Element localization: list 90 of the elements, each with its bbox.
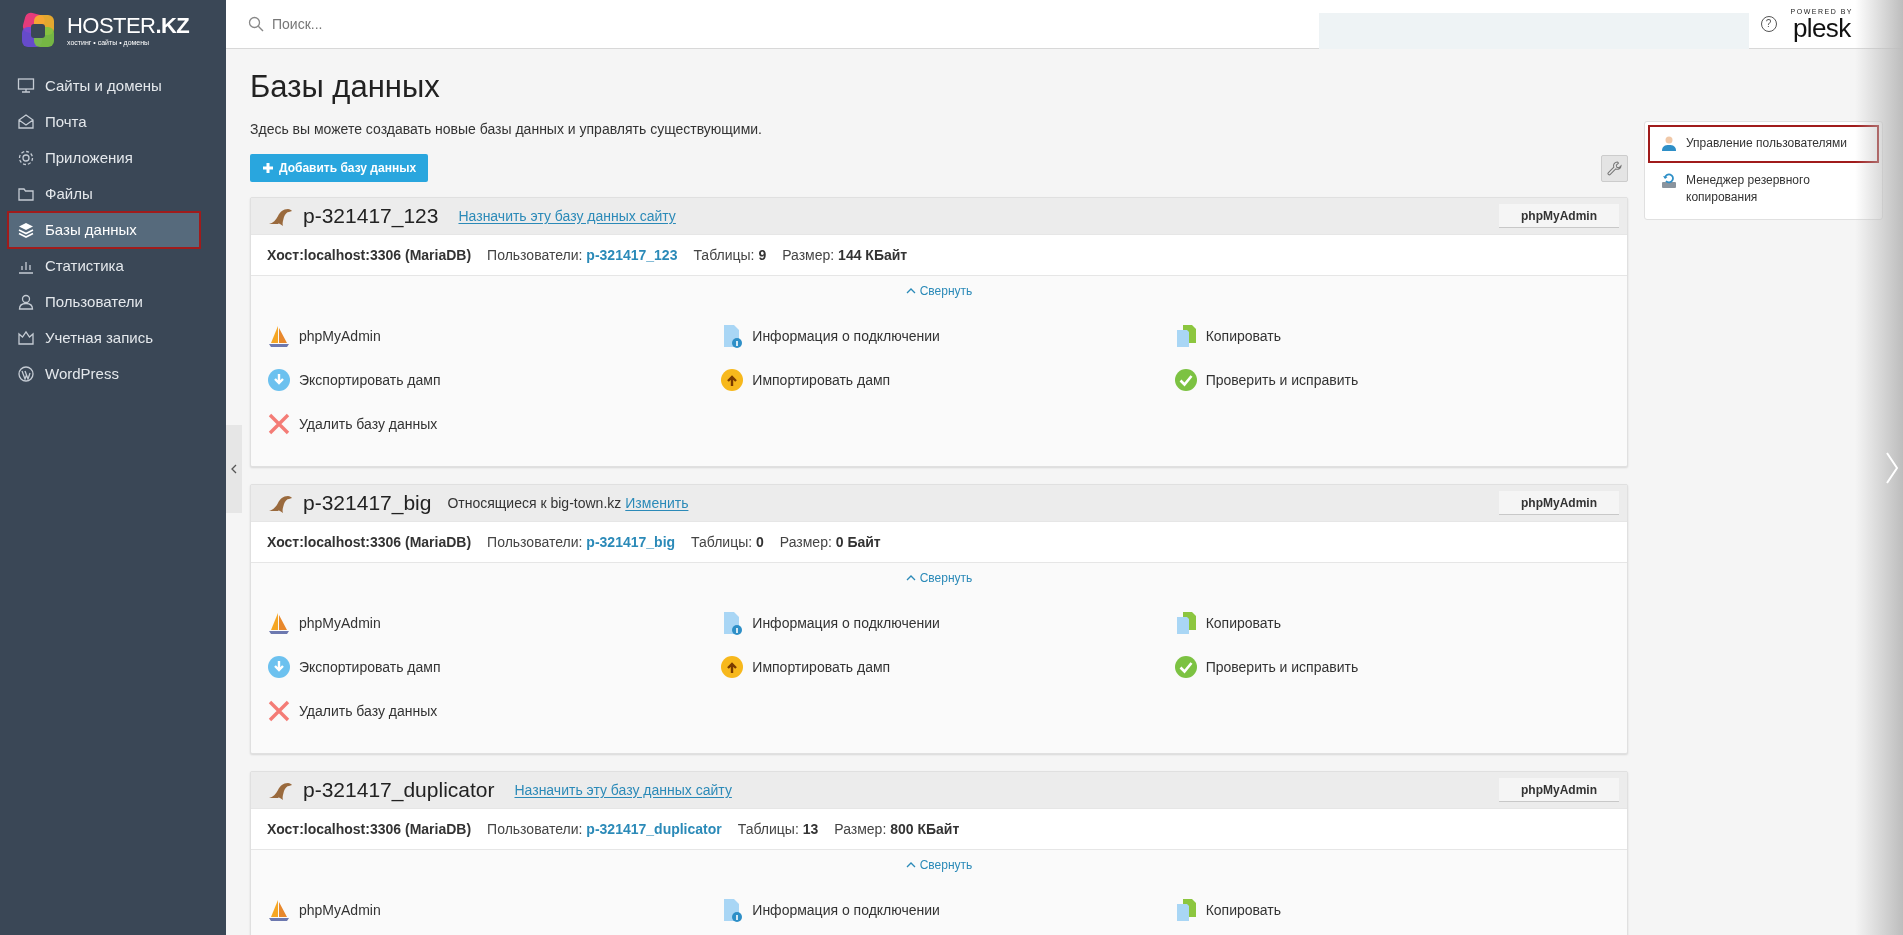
info-label: Пользователи: <box>487 532 583 552</box>
database-name: p-321417_123 <box>303 203 439 230</box>
sidebar-item[interactable]: Приложения <box>8 140 200 176</box>
sidebar-item[interactable]: Файлы <box>8 176 200 212</box>
action-link[interactable]: Удалить базу данных <box>267 402 438 446</box>
search-icon <box>248 16 264 32</box>
info-label: Пользователи: <box>487 245 583 265</box>
caret-up-icon <box>905 287 916 295</box>
info-field: Таблицы: 0 <box>691 531 764 553</box>
collapse-link[interactable]: Свернуть <box>905 282 973 300</box>
plesk-logo: plesk <box>1793 14 1851 41</box>
action-link[interactable]: Копировать <box>1173 314 1282 358</box>
user-icon <box>1660 135 1678 153</box>
action-link[interactable]: phpMyAdmin <box>267 601 381 645</box>
collapse-link[interactable]: Свернуть <box>905 856 973 874</box>
collapse-sidebar-button[interactable] <box>226 425 242 513</box>
action-link[interactable]: Копировать <box>1173 888 1282 932</box>
monitor-icon <box>17 77 35 95</box>
upload-icon <box>720 368 745 392</box>
action-link[interactable]: Импортировать дамп <box>720 645 891 689</box>
wrench-icon <box>1607 160 1622 176</box>
caret-up-icon <box>905 861 916 869</box>
download-icon <box>267 655 291 679</box>
folder-icon <box>17 185 35 203</box>
action-link[interactable]: Информация о подключении <box>720 888 940 932</box>
sidebar-item[interactable]: Статистика <box>8 248 200 284</box>
sidebar-item[interactable]: Почта <box>8 104 200 140</box>
caret-up-icon <box>905 574 916 582</box>
database-name: p-321417_big <box>303 490 432 517</box>
action-link[interactable]: Копировать <box>1173 601 1282 645</box>
layers-icon <box>17 221 35 239</box>
sailboat-icon <box>267 324 291 348</box>
action-link[interactable]: Информация о подключении <box>720 601 940 645</box>
phpmyadmin-button[interactable]: phpMyAdmin <box>1499 778 1619 802</box>
crown-icon <box>17 329 35 347</box>
action-link[interactable]: Экспортировать дамп <box>267 645 441 689</box>
download-icon <box>267 368 291 392</box>
settings-button[interactable] <box>1601 154 1628 182</box>
page-description: Здесь вы можете создавать новые базы данных и управлять существующими. <box>250 120 763 139</box>
plus-icon <box>262 162 274 174</box>
user-link[interactable]: p-321417_duplicator <box>586 818 722 840</box>
info-field: Таблицы: 9 <box>693 244 767 266</box>
host-info: Хост:localhost:3306 (MariaDB) <box>267 819 472 839</box>
action-link[interactable]: Проверить и исправить <box>1173 358 1359 402</box>
side-panel-link[interactable]: Менеджер резервного копирования <box>1650 164 1877 214</box>
phpmyadmin-button[interactable]: phpMyAdmin <box>1499 204 1619 228</box>
chevron-right-icon <box>1885 450 1899 485</box>
sidebar-item[interactable]: Сайты и домены <box>8 68 200 104</box>
action-link[interactable]: Проверить и исправить <box>1173 645 1359 689</box>
sidebar-item[interactable]: Учетная запись <box>8 320 200 356</box>
action-link[interactable]: Удалить базу данных <box>267 689 438 733</box>
drive-icon <box>1660 172 1678 190</box>
user-icon <box>17 293 35 311</box>
sidebar-item[interactable]: Базы данных <box>8 212 200 248</box>
host-info: Хост:localhost:3306 (MariaDB) <box>267 532 472 552</box>
envelope-icon <box>17 113 35 131</box>
phpmyadmin-button[interactable]: phpMyAdmin <box>1499 491 1619 515</box>
site-assignment: Относящиеся к big-town.kz <box>447 493 622 513</box>
sidebar-item[interactable]: WordPress <box>8 356 200 392</box>
user-link[interactable]: p-321417_123 <box>586 244 678 266</box>
sidebar-item[interactable]: Пользователи <box>8 284 200 320</box>
action-link[interactable]: phpMyAdmin <box>267 888 381 932</box>
action-link[interactable]: Импортировать дамп <box>720 358 891 402</box>
action-link[interactable]: Экспортировать дамп <box>267 358 441 402</box>
database-name: p-321417_duplicator <box>303 777 495 804</box>
info-field: Размер: 800 КБайт <box>834 818 960 840</box>
gear-icon <box>17 149 35 167</box>
next-button[interactable] <box>1855 0 1903 935</box>
collapse-link[interactable]: Свернуть <box>905 569 973 587</box>
checkmark-icon <box>1173 655 1198 679</box>
chevron-left-icon <box>231 464 237 474</box>
host-info: Хост:localhost:3306 (MariaDB) <box>267 245 472 265</box>
info-field: Размер: 144 КБайт <box>782 244 908 266</box>
side-panel-link[interactable]: Управление пользователями <box>1650 127 1877 161</box>
checkmark-icon <box>1173 368 1198 392</box>
sailboat-icon <box>267 898 291 922</box>
sailboat-icon <box>267 611 291 635</box>
info-label: Пользователи: <box>487 819 583 839</box>
user-link[interactable]: p-321417_big <box>586 531 676 553</box>
logo-name: HOSTER.KZ <box>67 14 190 37</box>
wordpress-icon <box>17 365 35 383</box>
search-field[interactable]: Поиск... <box>272 13 772 35</box>
page-title: Базы данных <box>250 68 441 106</box>
info-field: Размер: 0 Байт <box>779 531 881 553</box>
action-link[interactable]: Информация о подключении <box>720 314 940 358</box>
info-field: Таблицы: 13 <box>737 818 819 840</box>
cross-icon <box>267 699 291 723</box>
action-link[interactable]: phpMyAdmin <box>267 314 381 358</box>
upload-icon <box>720 655 745 679</box>
cross-icon <box>267 412 291 436</box>
